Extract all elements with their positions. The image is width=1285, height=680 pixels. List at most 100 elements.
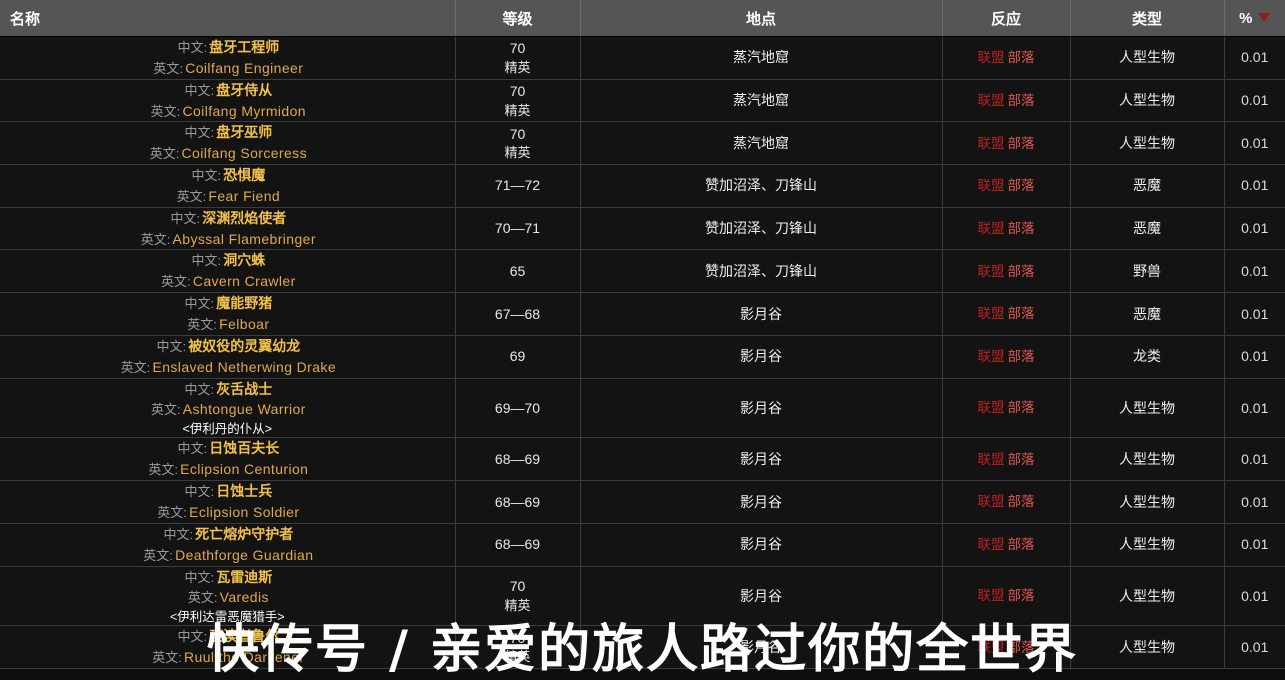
name-chinese-line: 中文: 深渊烈焰使者: [8, 208, 447, 229]
table-row[interactable]: 中文: 日蚀士兵 英文: Eclipsion Soldier 68—69 影月谷 联盟 部落 人…: [0, 480, 1285, 524]
table-row[interactable]: 中文: 灰舌战士 英文: Ashtongue Warrior <伊利丹的仆从> 69—70…: [0, 378, 1285, 439]
label-chinese: 中文:: [156, 338, 187, 354]
npc-name-chinese[interactable]: 盘牙侍从: [216, 82, 272, 98]
column-header-reaction-label: 反应: [990, 10, 1021, 28]
npc-type: 野兽: [1133, 262, 1161, 279]
npc-drop-percent: 0.01: [1241, 177, 1269, 194]
npc-name-chinese[interactable]: 洞穴蛛: [223, 252, 265, 268]
cell-percent: 0.01: [1224, 378, 1285, 439]
npc-name-chinese[interactable]: 被奴役的灵翼幼龙: [188, 338, 300, 354]
npc-name-english[interactable]: Ruul the Darkener: [184, 649, 304, 665]
npc-name-english[interactable]: Felboar: [219, 316, 269, 332]
npc-drop-percent: 0.01: [1241, 399, 1269, 416]
npc-name-chinese[interactable]: 亵渎者鲁尔: [209, 628, 279, 644]
table-row[interactable]: 中文: 日蚀百夫长 英文: Eclipsion Centurion 68—69 影月谷 联盟…: [0, 437, 1285, 482]
npc-name-english[interactable]: Ashtongue Warrior: [183, 401, 306, 417]
npc-name-chinese[interactable]: 盘牙巫师: [216, 124, 272, 140]
npc-name-chinese[interactable]: 日蚀士兵: [216, 483, 272, 499]
npc-name-chinese[interactable]: 深渊烈焰使者: [202, 210, 286, 226]
cell-reaction: 联盟 部落: [942, 378, 1071, 439]
npc-name-chinese[interactable]: 灰舌战士: [216, 381, 272, 397]
cell-type: 恶魔: [1070, 207, 1225, 251]
name-chinese-line: 中文: 日蚀百夫长: [8, 438, 447, 459]
npc-name-english[interactable]: Deathforge Guardian: [175, 547, 313, 563]
name-chinese-line: 中文: 盘牙侍从: [8, 80, 447, 101]
npc-name-english[interactable]: Coilfang Myrmidon: [182, 103, 306, 119]
reaction-alliance: 联盟: [977, 178, 1005, 194]
npc-level: 68—69: [494, 536, 541, 553]
npc-name-chinese[interactable]: 死亡熔炉守护者: [195, 526, 293, 542]
column-header-level[interactable]: 等级: [455, 0, 581, 37]
column-header-reaction[interactable]: 反应: [942, 0, 1071, 37]
npc-location: 影月谷: [740, 587, 782, 604]
cell-percent: 0.01: [1224, 36, 1285, 80]
cell-level: 70 精英: [455, 566, 581, 627]
npc-name-english[interactable]: Enslaved Netherwing Drake: [152, 359, 336, 375]
table-row[interactable]: 中文: 亵渎者鲁尔 英文: Ruul the Darkener 70 精英 影月谷 联盟 部落 人…: [0, 625, 1285, 670]
npc-type: 恶魔: [1133, 177, 1161, 194]
table-row[interactable]: 中文: 洞穴蛛 英文: Cavern Crawler 65 赞加沼泽、刀锋山 联盟 部落 野兽 0…: [0, 249, 1285, 294]
table-row[interactable]: 中文: 盘牙巫师 英文: Coilfang Sorceress 70 精英 蒸汽地窟 联盟 部落…: [0, 121, 1285, 166]
npc-name-chinese[interactable]: 盘牙工程师: [209, 39, 279, 55]
label-chinese: 中文:: [177, 441, 208, 457]
npc-location: 蒸汽地窟: [733, 134, 789, 151]
npc-location: 赞加沼泽、刀锋山: [705, 262, 817, 279]
table-row[interactable]: 中文: 魔能野猪 英文: Felboar 67—68 影月谷 联盟 部落 恶魔 0.01: [0, 292, 1285, 336]
npc-name-english[interactable]: Eclipsion Centurion: [180, 461, 308, 477]
table-row[interactable]: 中文: 瓦雷迪斯 英文: Varedis <伊利达雷恶魔猎手> 70 精英 影月谷 联盟 部落 人型…: [0, 566, 1285, 627]
cell-reaction: 联盟 部落: [942, 523, 1071, 567]
npc-type: 人型生物: [1119, 536, 1175, 553]
label-english: 英文:: [187, 590, 218, 606]
npc-name-english[interactable]: Coilfang Sorceress: [182, 145, 307, 161]
npc-type: 人型生物: [1119, 450, 1175, 467]
cell-reaction: 联盟 部落: [942, 121, 1071, 166]
cell-reaction: 联盟 部落: [942, 36, 1071, 80]
npc-level: 69—70: [494, 399, 541, 416]
table-row[interactable]: 中文: 深渊烈焰使者 英文: Abyssal Flamebringer 70—71 赞加沼…: [0, 207, 1285, 251]
column-header-percent[interactable]: %: [1224, 0, 1285, 37]
name-english-line: 英文: Coilfang Engineer: [8, 58, 447, 79]
column-header-type-label: 类型: [1131, 10, 1162, 28]
reaction-horde: 部落: [1007, 306, 1035, 322]
npc-name-english[interactable]: Eclipsion Soldier: [189, 504, 299, 520]
column-header-location-label: 地点: [745, 10, 776, 28]
table-row[interactable]: 中文: 盘牙工程师 英文: Coilfang Engineer 70 精英 蒸汽地窟 联盟 部落…: [0, 36, 1285, 80]
npc-name-chinese[interactable]: 瓦雷迪斯: [216, 569, 272, 585]
table-row[interactable]: 中文: 盘牙侍从 英文: Coilfang Myrmidon 70 精英 蒸汽地窟 联盟 部落 人…: [0, 79, 1285, 123]
table-row[interactable]: 中文: 恐惧魔 英文: Fear Fiend 71—72 赞加沼泽、刀锋山 联盟 部落 恶魔 0.…: [0, 164, 1285, 208]
npc-name-chinese[interactable]: 恐惧魔: [223, 167, 265, 183]
label-english: 英文:: [148, 462, 178, 478]
name-chinese-line: 中文: 瓦雷迪斯: [8, 567, 447, 588]
npc-type: 恶魔: [1133, 305, 1161, 322]
cell-name: 中文: 盘牙巫师 英文: Coilfang Sorceress: [0, 121, 456, 166]
table-row[interactable]: 中文: 被奴役的灵翼幼龙 英文: Enslaved Netherwing Drake 6…: [0, 335, 1285, 379]
npc-name-english[interactable]: Coilfang Engineer: [185, 60, 303, 76]
table-row[interactable]: 中文: 死亡熔炉守护者 英文: Deathforge Guardian 68—69 影月谷…: [0, 523, 1285, 567]
cell-percent: 0.01: [1224, 566, 1285, 627]
reaction-horde: 部落: [1007, 135, 1035, 151]
npc-name-english[interactable]: Abyssal Flamebringer: [173, 231, 316, 247]
cell-name: 中文: 瓦雷迪斯 英文: Varedis <伊利达雷恶魔猎手>: [0, 566, 456, 627]
name-chinese-line: 中文: 灰舌战士: [8, 379, 447, 400]
cell-type: 人型生物: [1070, 437, 1225, 482]
cell-level: 70 精英: [455, 36, 581, 80]
npc-name-chinese[interactable]: 日蚀百夫长: [209, 440, 279, 456]
npc-location: 影月谷: [740, 536, 782, 553]
npc-name-chinese[interactable]: 魔能野猪: [216, 295, 272, 311]
name-english-line: 英文: Eclipsion Centurion: [8, 459, 447, 480]
npc-name-english[interactable]: Cavern Crawler: [193, 273, 296, 289]
reaction-alliance: 联盟: [977, 50, 1005, 66]
cell-location: 影月谷: [580, 292, 943, 336]
column-header-type[interactable]: 类型: [1070, 0, 1225, 37]
cell-reaction: 联盟 部落: [942, 79, 1071, 123]
npc-name-english[interactable]: Fear Fiend: [208, 188, 280, 204]
cell-type: 人型生物: [1070, 36, 1225, 80]
cell-reaction: 联盟 部落: [942, 566, 1071, 627]
sort-descending-caret-icon[interactable]: [1258, 13, 1271, 23]
cell-level: 70—71: [455, 207, 581, 251]
cell-reaction: 联盟 部落: [942, 207, 1071, 251]
cell-location: 影月谷: [580, 437, 943, 482]
column-header-name[interactable]: 名称: [0, 0, 456, 37]
column-header-location[interactable]: 地点: [580, 0, 943, 37]
npc-name-english[interactable]: Varedis: [220, 589, 269, 605]
